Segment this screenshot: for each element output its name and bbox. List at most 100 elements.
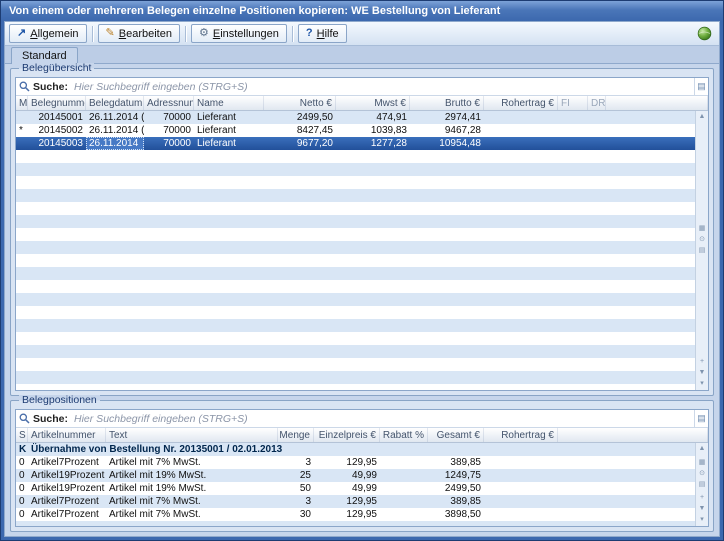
allgemein-label: Allgemein <box>30 28 78 40</box>
position-row[interactable]: K Übernahme von Bestellung Nr. 20135001 … <box>16 443 695 456</box>
cell-menge <box>347 443 383 456</box>
cell-mwst: 1039,83 <box>336 124 410 137</box>
cell-status: 0 <box>16 482 28 495</box>
position-row[interactable]: 0 Artikel19Prozent Artikel mit 19% MwSt.… <box>16 469 695 482</box>
position-row[interactable]: 0 Artikel7Prozent Artikel mit 7% MwSt. 3… <box>16 495 695 508</box>
scroll-bottom-icon[interactable]: ▾ <box>697 380 708 388</box>
beleg-row[interactable]: 20145003 26.11.2014 70000 Lieferant 9677… <box>16 137 695 150</box>
column-header-name[interactable]: Name <box>194 96 264 110</box>
hilfe-button[interactable]: ? Hilfe <box>298 24 347 43</box>
cell-adressnummer: 70000 <box>144 111 194 124</box>
cell-filler <box>606 124 695 137</box>
column-header-m[interactable]: M <box>16 96 28 110</box>
panel-icon[interactable]: ▦ <box>697 459 708 467</box>
cell-adressnummer: 70000 <box>144 124 194 137</box>
column-header-belegnummer[interactable]: Belegnummer <box>28 96 86 110</box>
toolbar-separator <box>185 26 186 42</box>
column-header-artikelnummer[interactable]: Artikelnummer <box>28 428 106 442</box>
cell-filler <box>606 111 695 124</box>
column-header-rabatt[interactable]: Rabatt % <box>380 428 428 442</box>
column-header-einzelpreis[interactable]: Einzelpreis € <box>314 428 380 442</box>
panel-icon[interactable]: ▦ <box>697 225 708 233</box>
column-header-menge[interactable]: Menge <box>278 428 314 442</box>
column-header-brutto[interactable]: Brutto € <box>410 96 484 110</box>
position-row[interactable]: 0 Artikel7Prozent Artikel mit 7% MwSt. 3… <box>16 508 695 521</box>
cell-filler <box>558 469 695 482</box>
beleguebersicht-grid: Suche: ▤ M Belegnummer Belegdatum Adress… <box>15 77 709 391</box>
column-chooser-icon[interactable]: ▤ <box>694 78 708 95</box>
cell-belegnummer: 20145001 <box>28 111 86 124</box>
scroll-up-icon[interactable]: ▲ <box>697 113 708 121</box>
cell-status: 0 <box>16 456 28 469</box>
cell-text: Artikel mit 7% MwSt. <box>106 495 278 508</box>
positions-search-input[interactable] <box>72 411 694 426</box>
position-row[interactable]: 0 Artikel19Prozent Artikel mit 19% MwSt.… <box>16 482 695 495</box>
cell-menge: 3 <box>278 495 314 508</box>
overview-rows: 20145001 26.11.2014 (Mi 70000 Lieferant … <box>16 111 695 390</box>
positions-body: K Übernahme von Bestellung Nr. 20135001 … <box>16 443 708 526</box>
position-row[interactable]: 0 Artikel7Prozent Artikel mit 7% MwSt. 3… <box>16 456 695 469</box>
column-header-gesamt[interactable]: Gesamt € <box>428 428 484 442</box>
cell-rabatt <box>380 456 428 469</box>
cell-einzelpreis: 129,95 <box>314 495 380 508</box>
column-header-fi[interactable]: FI <box>558 96 588 110</box>
plus-icon[interactable]: + <box>697 494 708 502</box>
cell-menge: 30 <box>278 508 314 521</box>
column-header-rohertrag[interactable]: Rohertrag € <box>484 428 558 442</box>
column-header-filler <box>558 428 708 442</box>
einstellungen-button[interactable]: ⚙ Einstellungen <box>191 24 287 43</box>
column-header-rohertrag[interactable]: Rohertrag € <box>484 96 558 110</box>
positions-side-strip: ▲ ▦ ⊙ ▤ + ▼ ▾ <box>695 443 708 526</box>
column-header-adressnummer[interactable]: Adressnummer <box>144 96 194 110</box>
column-header-belegdatum[interactable]: Belegdatum <box>86 96 144 110</box>
magnifier-icon[interactable]: ⊙ <box>697 470 708 478</box>
cell-rohertrag <box>484 456 558 469</box>
bearbeiten-button[interactable]: ✎ Bearbeiten <box>98 24 180 43</box>
toolbar-separator <box>92 26 93 42</box>
column-header-text[interactable]: Text <box>106 428 278 442</box>
cell-netto: 9677,20 <box>264 137 336 150</box>
group-beleguebersicht-label: Belegübersicht <box>19 63 94 74</box>
column-header-mwst[interactable]: Mwst € <box>336 96 410 110</box>
scroll-down-icon[interactable]: ▼ <box>697 369 708 377</box>
scroll-down-icon[interactable]: ▼ <box>697 505 708 513</box>
column-header-dr[interactable]: DR <box>588 96 606 110</box>
toolbar-separator <box>292 26 293 42</box>
overview-search-row: Suche: ▤ <box>16 78 708 96</box>
cell-artikelnummer: Übernahme von Bestellung Nr. 20135001 / … <box>28 443 347 456</box>
column-header-netto[interactable]: Netto € <box>264 96 336 110</box>
overview-header-row: M Belegnummer Belegdatum Adressnummer Na… <box>16 96 708 111</box>
panel-alt-icon[interactable]: ▤ <box>697 247 708 255</box>
cell-marker: * <box>16 124 28 137</box>
globe-icon[interactable] <box>697 26 712 41</box>
belegpositionen-grid: Suche: ▤ S Artikelnummer Text Menge Einz… <box>15 409 709 527</box>
magnifier-icon[interactable]: ⊙ <box>697 236 708 244</box>
cell-einzelpreis: 129,95 <box>314 508 380 521</box>
column-chooser-icon[interactable]: ▤ <box>694 410 708 427</box>
beleg-row[interactable]: 20145001 26.11.2014 (Mi 70000 Lieferant … <box>16 111 695 124</box>
overview-search-input[interactable] <box>72 79 694 94</box>
search-icon <box>19 413 30 424</box>
column-header-s[interactable]: S <box>16 428 28 442</box>
scroll-bottom-icon[interactable]: ▾ <box>697 516 708 524</box>
panel-alt-icon[interactable]: ▤ <box>697 481 708 489</box>
scroll-up-icon[interactable]: ▲ <box>697 445 708 453</box>
cell-filler <box>558 495 695 508</box>
gear-icon: ⚙ <box>199 28 209 39</box>
cell-rohertrag <box>484 111 558 124</box>
allgemein-button[interactable]: ↗ Allgemein <box>9 24 87 43</box>
cell-text: Artikel mit 7% MwSt. <box>106 508 278 521</box>
cell-brutto: 2974,41 <box>410 111 484 124</box>
cell-rabatt <box>380 482 428 495</box>
cell-name: Lieferant <box>194 124 264 137</box>
plus-icon[interactable]: + <box>697 358 708 366</box>
window-content: ↗ Allgemein ✎ Bearbeiten ⚙ Einstellungen… <box>4 21 720 537</box>
cell-rabatt <box>449 443 497 456</box>
beleg-row[interactable]: * 20145002 26.11.2014 (Mi 70000 Lieferan… <box>16 124 695 137</box>
strip-bottom: + ▼ ▾ <box>697 358 708 388</box>
cell-filler <box>558 508 695 521</box>
cell-dr <box>588 137 606 150</box>
cell-filler <box>606 137 695 150</box>
cell-netto: 8427,45 <box>264 124 336 137</box>
cell-artikelnummer: Artikel7Prozent <box>28 508 106 521</box>
